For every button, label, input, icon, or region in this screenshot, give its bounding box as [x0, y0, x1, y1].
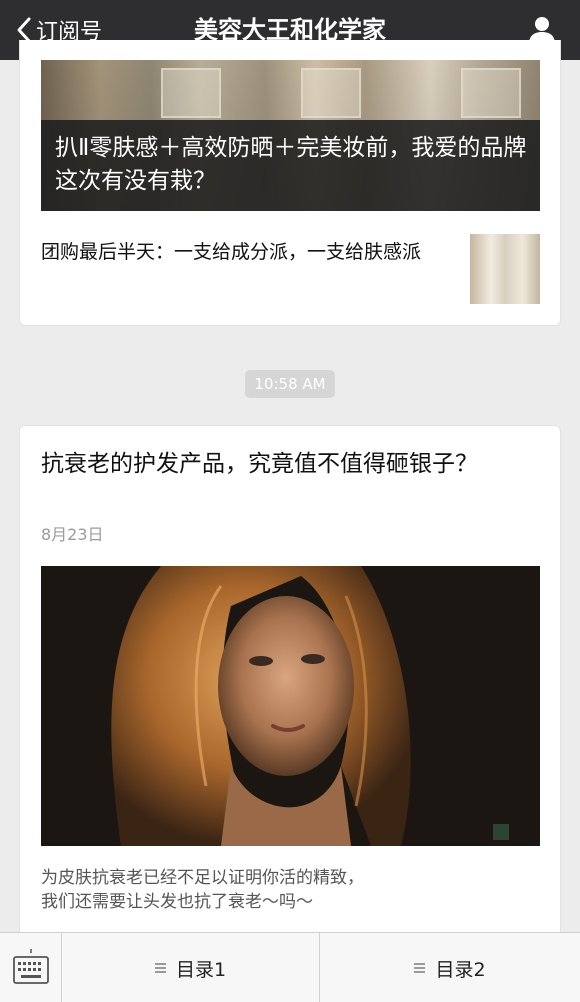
article-card[interactable]: 抗衰老的护发产品，究竟值不值得砸银子？ 8月23日 为皮肤抗衰老已经不足以证明你…	[19, 425, 561, 945]
article-summary-line: 为皮肤抗衰老已经不足以证明你活的精致，	[41, 868, 364, 888]
article-date: 8月23日	[41, 525, 104, 544]
article-title: 抗衰老的护发产品，究竟值不值得砸银子？	[41, 451, 478, 477]
keyboard-icon	[13, 949, 49, 984]
article-group-card[interactable]: 扒Ⅱ零肤感＋高效防晒＋完美妆前，我爱的品牌这次有没有栽？ 团购最后半天：一支给成…	[19, 40, 561, 326]
cover-window-detail	[161, 68, 221, 118]
menu-button-2[interactable]: 目录2	[320, 933, 580, 1002]
menu-lines-icon	[154, 961, 166, 976]
keyboard-toggle-button[interactable]	[0, 933, 62, 1002]
lead-article-title: 扒Ⅱ零肤感＋高效防晒＋完美妆前，我爱的品牌这次有没有栽？	[41, 120, 540, 211]
portrait-illustration	[41, 566, 540, 846]
cover-window-detail	[461, 68, 521, 118]
article-cover-image[interactable]	[41, 566, 540, 846]
sub-article-title[interactable]: 团购最后半天：一支给成分派，一支给肤感派	[41, 238, 461, 267]
sub-article-thumbnail[interactable]	[470, 234, 540, 304]
cover-window-detail	[301, 68, 361, 118]
menu-lines-icon	[414, 961, 426, 976]
menu-label: 目录1	[175, 958, 227, 981]
menu-button-1[interactable]: 目录1	[62, 933, 320, 1002]
menu-label: 目录2	[435, 958, 486, 981]
article-summary: 为皮肤抗衰老已经不足以证明你活的精致， 我们还需要让头发也抗了衰老～吗～	[41, 866, 541, 914]
bottom-menu-bar: 目录1 目录2	[0, 932, 580, 1002]
article-summary-line: 我们还需要让头发也抗了衰老～吗～	[41, 892, 313, 912]
lead-article-cover[interactable]: 扒Ⅱ零肤感＋高效防晒＋完美妆前，我爱的品牌这次有没有栽？	[41, 60, 540, 211]
timestamp-badge: 10:58 AM	[245, 370, 335, 398]
